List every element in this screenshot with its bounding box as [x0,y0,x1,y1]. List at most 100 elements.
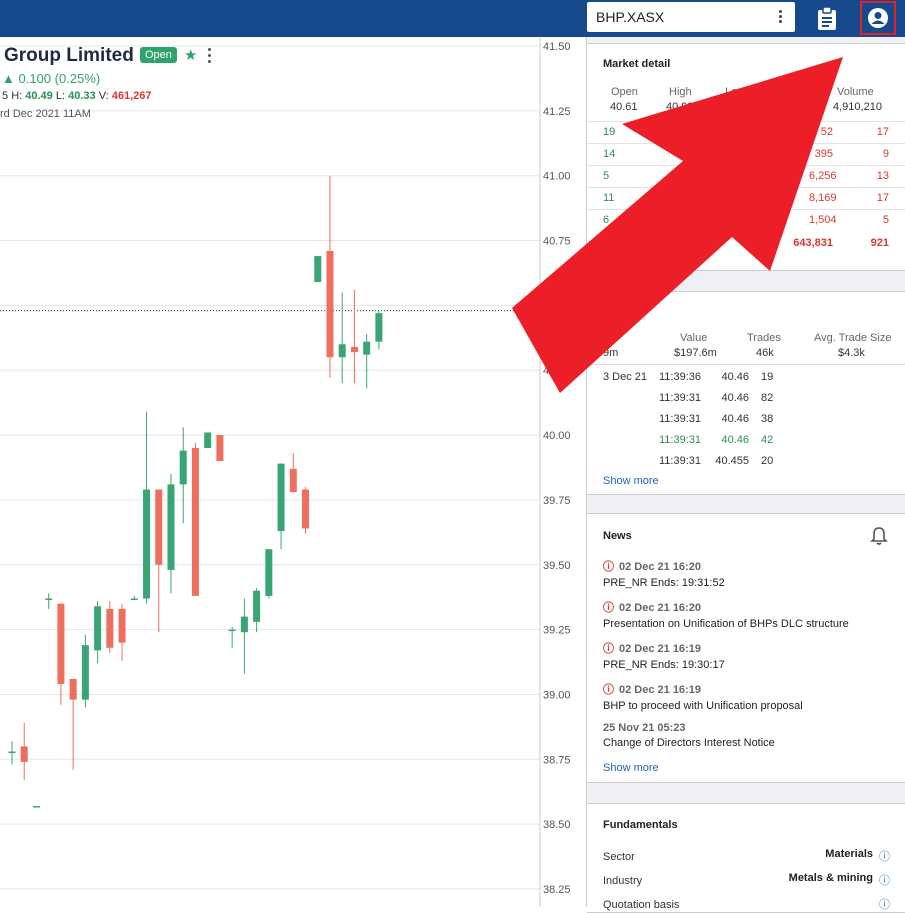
ask-volume: 1,504 [809,214,837,226]
candle [204,432,212,449]
activity-value-value: $197.6m [674,347,717,359]
candle [69,678,77,770]
user-icon [868,8,888,28]
trade-date: 3 Dec 21 [603,371,648,383]
trade-qty: 38 [761,413,774,425]
ask-count: 17 [876,126,889,138]
activity-show-more-link[interactable]: Show more [603,475,659,487]
info-icon[interactable]: ⓘ [879,872,890,888]
high-header: High [669,86,692,98]
market-status-badge: Open [140,47,177,63]
candle [277,463,285,550]
hlv-line: 5 H: 40.49 L: 40.33 V: 461,267 [2,90,152,102]
trade-price: 40.46 [721,392,749,404]
alert-icon: ⓘ [603,643,614,655]
y-tick-label: 39.00 [543,689,571,701]
price-chart[interactable]: 41.50 41.25 41.00 40.75 40.50 40.25 40.00 39.75… [0,37,586,907]
user-account-button[interactable] [860,1,896,35]
low-header: Low [725,86,746,98]
activity-col1-header: me [603,332,619,344]
ask-count: 5 [882,214,889,226]
y-tick-label: 38.50 [543,819,571,831]
news-item[interactable]: 25 Nov 21 05:23 Change of Directors Inter… [603,722,775,749]
news-item[interactable]: ⓘ 02 Dec 21 16:19 BHP to proceed with Unif… [603,681,803,712]
bell-icon[interactable] [870,526,888,546]
news-title: News [603,530,632,542]
fundamental-label: Sector [603,851,635,863]
news-item[interactable]: ⓘ 02 Dec 21 16:20 PRE_NR Ends: 19:31:52 [603,558,725,589]
trade-time: 11:39:31 [659,413,702,425]
ask-count: 17 [876,192,889,204]
symbol-search-input[interactable]: BHP.XASX [587,2,795,32]
bid-count: 5 [603,170,610,182]
candle [265,549,273,599]
clipboard-icon[interactable] [815,6,839,32]
news-item[interactable]: ⓘ 02 Dec 21 16:20 Presentation on Unificat… [603,599,849,630]
symbol-options-icon[interactable] [779,10,783,24]
fundamental-value: Materials [825,848,873,860]
candle [155,489,163,633]
news-headline: PRE_NR Ends: 19:31:52 [603,577,725,589]
trade-time: 11:39:31 [659,392,702,404]
total-ask-volume: 643,831 [793,237,833,249]
candle [253,588,261,633]
news-headline: PRE_NR Ends: 19:30:17 [603,659,725,671]
market-detail-title: Market detail [603,58,671,70]
news-show-more-link[interactable]: Show more [603,762,659,774]
more-options-icon[interactable] [208,48,212,66]
trade-price: 40.46 [721,413,749,425]
activity-trades-value: 46k [756,347,774,359]
stock-title: Group Limited [4,45,134,66]
high-value: 40.99 [666,101,694,113]
ask-volume: 6,256 [809,170,837,182]
trade-time: 11:39:36 [659,371,702,383]
activity-avg-header: Avg. Trade Size [814,332,892,344]
trade-price: 40.46 [721,371,749,383]
alert-icon: ⓘ [603,561,614,573]
y-tick-label: 40.50 [543,300,571,312]
candle [106,601,114,653]
candlestick-chart[interactable]: 41.50 41.25 41.00 40.75 40.50 40.25 40.00 39.75… [0,37,586,907]
activity-value-header: Value [680,332,708,344]
candle [94,601,102,664]
candle [167,473,175,594]
bid-count: 14 [603,148,616,160]
activity-trades-header: Trades [747,332,781,344]
candle [191,442,199,596]
trade-qty: 82 [761,392,774,404]
candle [57,603,65,705]
trade-price: 40.455 [715,455,749,467]
news-headline: BHP to proceed with Unification proposal [603,700,803,712]
y-tick-label: 38.75 [543,754,571,766]
y-tick-label: 39.25 [543,625,571,637]
trade-price: 40.46 [721,434,749,446]
bid-count: 19 [603,126,616,138]
fundamental-label: Quotation basis [603,899,680,911]
candle [314,256,322,283]
candle [302,486,310,534]
ask-volume: 52 [820,126,833,138]
alert-icon: ⓘ [603,684,614,696]
candle [32,805,40,808]
news-date: 02 Dec 21 16:19 [619,684,701,696]
info-icon[interactable]: ⓘ [879,896,890,912]
news-item[interactable]: ⓘ 02 Dec 21 16:19 PRE_NR Ends: 19:30:17 [603,640,725,671]
news-card: News ⓘ 02 Dec 21 16:20 PRE_NR Ends: 19:31:… [587,513,905,783]
candle [143,411,151,604]
fundamental-value: Metals & mining [788,872,873,884]
activity-avg-value: $4.3k [838,347,865,359]
y-tick-label: 40.75 [543,236,571,248]
volume-header: Volume [837,86,874,98]
candle [350,289,358,384]
alert-icon: ⓘ [603,602,614,614]
favorite-star-icon[interactable]: ★ [184,46,197,64]
trade-time: 11:39:31 [659,434,702,446]
y-tick-label: 41.50 [543,41,571,53]
y-tick-label: 41.00 [543,171,571,183]
info-icon[interactable]: ⓘ [879,848,890,864]
total-ask-count: 921 [870,237,889,249]
trade-time: 11:39:31 [659,455,702,467]
candle [228,627,236,648]
y-tick-label: 39.75 [543,495,571,507]
bid-count: 11 [603,192,615,204]
